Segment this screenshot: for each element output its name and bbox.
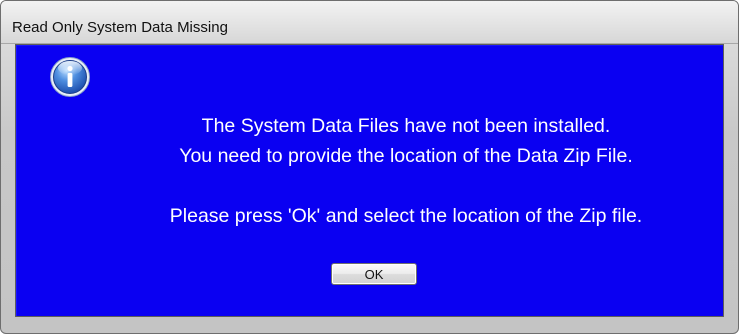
message-line-3: Please press 'Ok' and select the locatio…	[169, 205, 643, 227]
dialog-window: Read Only System Data Missing The System…	[0, 0, 739, 334]
message-line-1: The System Data Files have not been inst…	[201, 115, 611, 137]
title-bar[interactable]: Read Only System Data Missing	[1, 1, 738, 44]
message-line-2: You need to provide the location of the …	[179, 145, 633, 167]
information-icon	[50, 57, 90, 97]
ok-button-label: OK	[364, 267, 384, 282]
ok-button[interactable]: OK	[331, 263, 417, 285]
window-title: Read Only System Data Missing	[12, 19, 228, 36]
